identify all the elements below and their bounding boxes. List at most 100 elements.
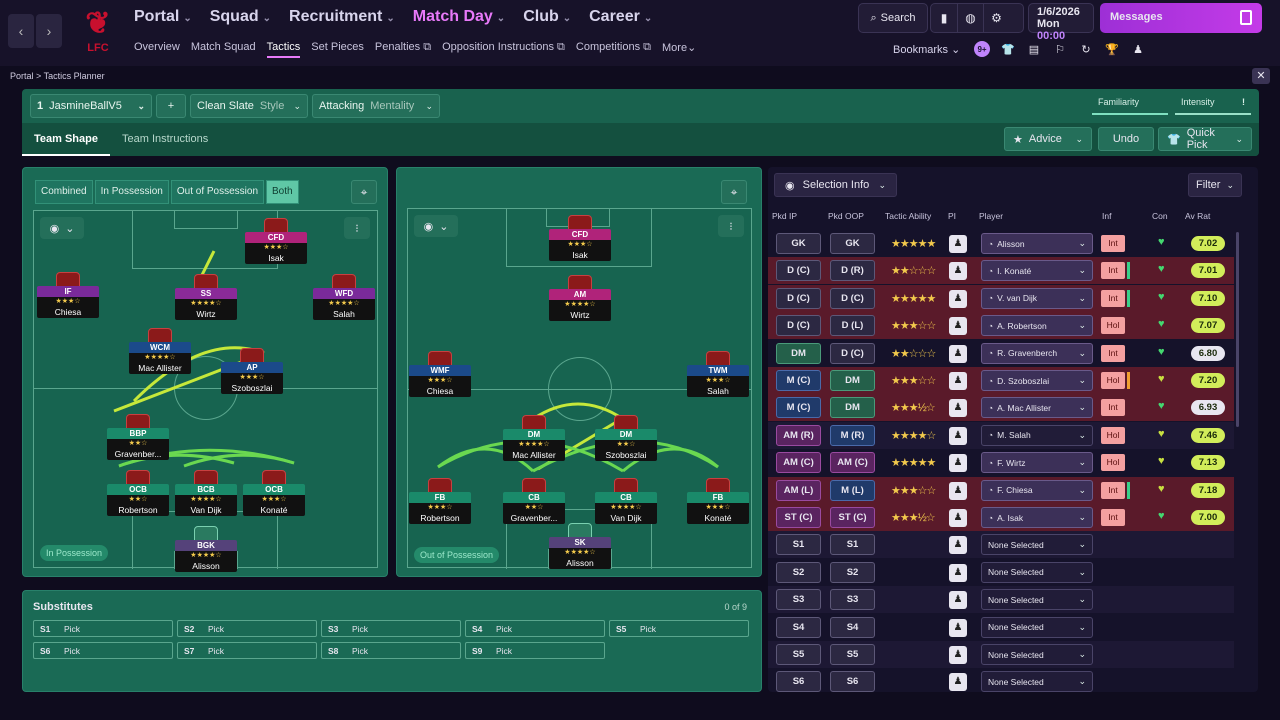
selection-row[interactable]: ST (C) ST (C) ★★★½☆ ♟ ◔ A. Isak ⌄ Int ♥ 7.00 (768, 504, 1234, 531)
picked-oop-button[interactable]: DM (830, 370, 875, 391)
header-pi[interactable]: PI (948, 211, 956, 221)
substitute-slot[interactable]: S2 Pick (177, 620, 317, 637)
nav-match-day[interactable]: Match Day ⌄ (413, 8, 505, 26)
selection-row[interactable]: D (C) D (R) ★★☆☆☆ ♟ ◔ I. Konaté ⌄ Int ♥ 7.01 (768, 257, 1234, 285)
style-select[interactable]: Clean Slate Style ⌄ (190, 94, 308, 118)
player-card[interactable]: CFD ★★★☆ Isak (245, 218, 307, 270)
selection-row[interactable]: DM D (C) ★★☆☆☆ ♟ ◔ R. Gravenberch ⌄ Int ♥ 6.80 (768, 340, 1234, 367)
player-select[interactable]: ◔ F. Chiesa ⌄ (981, 479, 1093, 501)
tab-both[interactable]: Both (266, 180, 299, 204)
picked-oop-button[interactable]: D (C) (830, 287, 875, 309)
player-card[interactable]: OCB ★★★☆ Konaté (243, 470, 305, 522)
subnav-more[interactable]: More⌄ (662, 41, 696, 58)
selection-sub-row[interactable]: S4 S4 ♟ None Selected ⌄ (768, 614, 1234, 641)
header-player[interactable]: Player (979, 211, 1003, 221)
picked-oop-button[interactable]: S1 (830, 534, 875, 556)
player-instructions-button[interactable]: ♟ (949, 509, 967, 527)
header-con[interactable]: Con (1152, 211, 1168, 221)
player-instructions-button[interactable]: ♟ (949, 426, 967, 445)
header-tactic-ability[interactable]: Tactic Ability (885, 211, 931, 221)
breadcrumb-root[interactable]: Portal (10, 71, 34, 81)
player-select[interactable]: None Selected ⌄ (981, 534, 1093, 556)
player-card[interactable]: DM ★★★★☆ Mac Allister (503, 415, 565, 467)
picked-ip-button[interactable]: S4 (776, 616, 821, 638)
club-crest[interactable]: ❦ LFC (76, 6, 120, 58)
picked-ip-button[interactable]: S3 (776, 589, 821, 611)
picked-ip-button[interactable]: S2 (776, 561, 821, 583)
trophy-icon[interactable]: 🏆 (1104, 41, 1120, 57)
bookmark-count-badge[interactable]: 9+ (974, 41, 990, 57)
selection-info-dropdown[interactable]: ◉ Selection Info ⌄ (774, 173, 897, 197)
nav-career[interactable]: Career ⌄ (589, 8, 652, 26)
player-select[interactable]: ◔ F. Wirtz ⌄ (981, 452, 1093, 474)
player-select[interactable]: ◔ I. Konaté ⌄ (981, 260, 1093, 282)
picked-oop-button[interactable]: S2 (830, 561, 875, 583)
subnav-match-squad[interactable]: Match Squad (191, 41, 256, 58)
picked-oop-button[interactable]: D (C) (830, 342, 875, 364)
player-select[interactable]: ◔ Alisson ⌄ (981, 233, 1093, 254)
bookmark-icon[interactable]: ▮ (931, 4, 957, 32)
player-instructions-button[interactable]: ♟ (949, 618, 967, 637)
player-card[interactable]: IF ★★★☆ Chiesa (37, 272, 99, 324)
player-select[interactable]: ◔ V. van Dijk ⌄ (981, 287, 1093, 309)
picked-oop-button[interactable]: ST (C) (830, 507, 875, 528)
shirt-icon[interactable]: 👕 (1000, 41, 1016, 57)
intensity-meter[interactable]: Intensity! (1175, 95, 1251, 115)
tab-in-possession[interactable]: In Possession (94, 180, 169, 204)
back-button[interactable]: ‹ (8, 14, 34, 48)
substitute-slot[interactable]: S1 Pick (33, 620, 173, 637)
player-select[interactable]: ◔ A. Mac Allister ⌄ (981, 397, 1093, 419)
player-instructions-button[interactable]: ♟ (949, 591, 967, 610)
messages-button[interactable]: Messages (1100, 3, 1262, 33)
selection-sub-row[interactable]: S5 S5 ♟ None Selected ⌄ (768, 641, 1234, 668)
picked-oop-button[interactable]: S5 (830, 644, 875, 665)
advice-button[interactable]: ★ Advice ⌄ (1004, 127, 1092, 151)
selection-sub-row[interactable]: S3 S3 ♟ None Selected ⌄ (768, 586, 1234, 614)
player-instructions-button[interactable]: ♟ (949, 372, 967, 390)
training-icon[interactable]: ⚐ (1052, 41, 1068, 57)
picked-ip-button[interactable]: D (C) (776, 315, 821, 337)
globe-icon[interactable]: ◍ (957, 4, 983, 32)
picked-ip-button[interactable]: M (C) (776, 370, 821, 391)
selection-row[interactable]: D (C) D (L) ★★★☆☆ ♟ ◔ A. Robertson ⌄ Hol ♥ 7.07 (768, 312, 1234, 340)
player-instructions-button[interactable]: ♟ (949, 536, 967, 555)
date-time-box[interactable]: 1/6/2026 Mon 00:00 (1028, 3, 1094, 42)
player-card[interactable]: SK ★★★★☆ Alisson (549, 523, 611, 575)
quick-pick-button[interactable]: 👕 Quick Pick ⌄ (1158, 127, 1252, 151)
tab-combined[interactable]: Combined (35, 180, 93, 204)
substitute-slot[interactable]: S6 Pick (33, 642, 173, 659)
selection-row[interactable]: D (C) D (C) ★★★★★ ♟ ◔ V. van Dijk ⌄ Int ♥ 7.10 (768, 284, 1234, 312)
player-select[interactable]: ◔ D. Szoboszlai ⌄ (981, 370, 1093, 391)
selection-sub-row[interactable]: S6 S6 ♟ None Selected ⌄ (768, 668, 1234, 695)
player-card[interactable]: OCB ★★☆ Robertson (107, 470, 169, 522)
player-card[interactable]: AM ★★★★☆ Wirtz (549, 275, 611, 327)
player-card[interactable]: BCB ★★★★☆ Van Dijk (175, 470, 237, 522)
selection-row[interactable]: AM (L) M (L) ★★★☆☆ ♟ ◔ F. Chiesa ⌄ Int ♥ 7.18 (768, 476, 1234, 504)
selection-sub-row[interactable]: S1 S1 ♟ None Selected ⌄ (768, 531, 1234, 559)
player-select[interactable]: None Selected ⌄ (981, 589, 1093, 611)
picked-oop-button[interactable]: S3 (830, 589, 875, 611)
bookmarks-dropdown[interactable]: Bookmarks ⌄ (893, 43, 960, 56)
scrollbar[interactable] (1236, 232, 1239, 427)
player-select[interactable]: None Selected ⌄ (981, 561, 1093, 583)
selection-row[interactable]: AM (C) AM (C) ★★★★★ ♟ ◔ F. Wirtz ⌄ Hol ♥ 7.13 (768, 449, 1234, 476)
selection-row[interactable]: M (C) DM ★★★½☆ ♟ ◔ A. Mac Allister ⌄ Int ♥ 6.93 (768, 394, 1234, 422)
tab-team-instructions[interactable]: Team Instructions (110, 123, 220, 156)
staff-icon[interactable]: ♟ (1130, 41, 1146, 57)
player-card[interactable]: WMF ★★★☆ Chiesa (409, 351, 471, 403)
player-instructions-button[interactable]: ♟ (949, 262, 967, 281)
player-card[interactable]: TWM ★★★☆ Salah (687, 351, 749, 403)
picked-ip-button[interactable]: D (C) (776, 287, 821, 309)
picked-oop-button[interactable]: S6 (830, 671, 875, 693)
picked-oop-button[interactable]: AM (C) (830, 452, 875, 474)
picked-ip-button[interactable]: D (C) (776, 260, 821, 282)
close-button[interactable]: ✕ (1252, 68, 1270, 84)
visibility-toggle[interactable]: ◉ ⌄ (40, 217, 84, 239)
player-instructions-button[interactable]: ♟ (949, 399, 967, 418)
refresh-icon[interactable]: ↻ (1078, 41, 1094, 57)
nav-squad[interactable]: Squad ⌄ (210, 8, 271, 26)
player-select[interactable]: None Selected ⌄ (981, 671, 1093, 693)
selection-row[interactable]: AM (R) M (R) ★★★★☆ ♟ ◔ M. Salah ⌄ Hol ♥ 7.46 (768, 421, 1234, 449)
selection-sub-row[interactable]: S2 S2 ♟ None Selected ⌄ (768, 559, 1234, 586)
player-instructions-button[interactable]: ♟ (949, 289, 967, 308)
